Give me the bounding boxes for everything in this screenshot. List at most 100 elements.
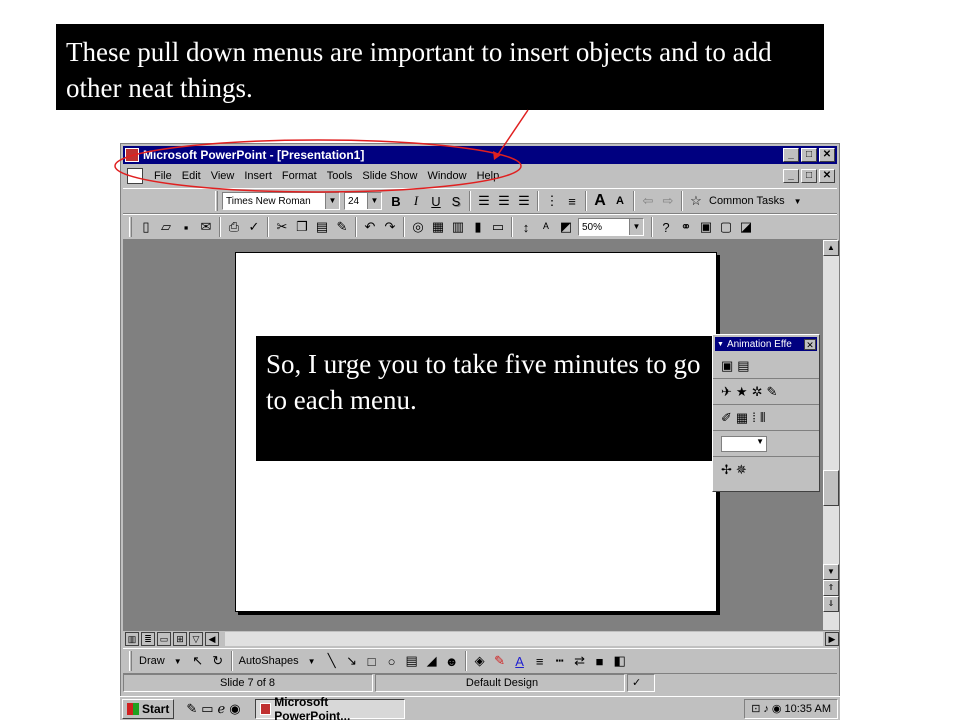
internet-explorer-icon[interactable]: ℯ [218,701,226,717]
tray-app-icon[interactable]: ◉ [772,702,782,715]
sorter-view-button[interactable]: ⊞ [173,631,187,646]
save-icon[interactable]: ▪ [176,217,196,237]
new-document-icon[interactable]: ▯ [136,217,156,237]
taskbar-powerpoint-button[interactable]: Microsoft PowerPoint... [254,695,405,720]
menu-tools[interactable]: Tools [322,170,358,182]
chevron-down-icon[interactable]: ▼ [325,193,339,209]
rectangle-icon[interactable]: □ [362,651,382,671]
animate-text-icon[interactable]: ▤ [737,358,749,374]
autoshapes-button[interactable]: AutoShapes [236,655,302,667]
open-folder-icon[interactable]: ▱ [156,217,176,237]
doc-minimize-button[interactable]: _ [783,169,799,183]
menu-insert[interactable]: Insert [239,170,277,182]
text-box-icon[interactable]: ▤ [402,651,422,671]
arrow-icon[interactable]: ↘ [342,651,362,671]
close-button[interactable]: ✕ [819,148,835,162]
wordart-icon[interactable]: ◢ [422,651,442,671]
increase-font-icon[interactable]: A [590,191,610,211]
drive-in-icon[interactable]: ✈ [721,384,732,400]
expand-slide-icon[interactable]: ↕ [516,217,536,237]
paste-icon[interactable]: ▤ [312,217,332,237]
toolbar-grip[interactable] [215,191,218,211]
desktop-icon[interactable]: ▭ [201,701,213,717]
channels-icon[interactable]: ◉ [229,701,240,717]
normal-view-icon[interactable]: ▢ [716,217,736,237]
custom-animation-icon[interactable]: ✢ [721,462,732,478]
arrow-style-icon[interactable]: ⇄ [570,651,590,671]
powerpoint-icon[interactable] [125,148,139,162]
scroll-thumb[interactable] [823,470,839,506]
next-slide-button[interactable]: ⇓ [823,596,839,612]
close-icon[interactable]: ✕ [804,338,816,350]
outline-view-button[interactable]: ≣ [141,631,155,646]
camera-icon[interactable]: ✲ [752,384,763,400]
common-tasks-button[interactable]: Common Tasks [706,195,788,207]
toolbar-grip[interactable] [129,651,132,671]
chevron-down-icon[interactable]: ▼ [168,651,188,671]
chevron-down-icon[interactable]: ▼ [788,191,808,211]
new-slide-icon[interactable]: ▭ [488,217,508,237]
minimize-button[interactable]: _ [783,148,799,162]
menu-slide-show[interactable]: Slide Show [357,170,422,182]
3d-icon[interactable]: ◧ [610,651,630,671]
spelling-icon[interactable]: ✓ [244,217,264,237]
maximize-button[interactable]: □ [801,148,817,162]
previous-slide-button[interactable]: ⇑ [823,580,839,596]
doc-close-button[interactable]: ✕ [819,169,835,183]
copy-icon[interactable]: ❐ [292,217,312,237]
menu-edit[interactable]: Edit [177,170,206,182]
clip-art-icon[interactable]: ☻ [442,651,462,671]
horizontal-scrollbar[interactable] [225,631,823,646]
tables-icon[interactable]: ▦ [428,217,448,237]
clock[interactable]: 10:35 AM [785,703,831,715]
line-style-icon[interactable]: ≡ [530,651,550,671]
shadow-button[interactable]: S [446,191,466,211]
drop-in-icon[interactable]: ⦀ [760,410,766,426]
print-icon[interactable]: ⎙ [224,217,244,237]
network-icon[interactable]: ⊡ [751,702,760,715]
animate-title-icon[interactable]: ▣ [721,358,733,374]
animation-panel-titlebar[interactable]: ▼ Animation Effe ✕ [715,337,817,351]
format-painter-icon[interactable]: ✎ [332,217,352,237]
bold-button[interactable]: B [386,191,406,211]
slide-view-button[interactable]: ▭ [157,631,171,646]
chevron-down-icon[interactable]: ▼ [717,341,724,348]
document-icon[interactable] [127,168,143,184]
flash-icon[interactable]: ✎ [766,384,777,400]
dash-style-icon[interactable]: ┅ [550,651,570,671]
shadow-icon[interactable]: ■ [590,651,610,671]
start-button[interactable]: Start [122,698,175,719]
align-center-icon[interactable]: ☰ [494,191,514,211]
menu-window[interactable]: Window [422,170,471,182]
font-size-select[interactable]: 24 ▼ [344,192,382,210]
volume-icon[interactable]: ♪ [763,703,769,715]
line-color-icon[interactable]: ✎ [490,651,510,671]
animation-preview-icon[interactable]: ✵ [736,462,747,478]
underline-button[interactable]: U [426,191,446,211]
line-icon[interactable]: ╲ [322,651,342,671]
doc-restore-button[interactable]: □ [801,169,817,183]
chevron-down-icon[interactable]: ▼ [302,651,322,671]
vertical-scrollbar[interactable]: ▲ ▼ ⇑ ⇓ [823,240,839,630]
align-left-icon[interactable]: ☰ [474,191,494,211]
menu-view[interactable]: View [206,170,240,182]
insert-table-icon[interactable]: ▥ [448,217,468,237]
show-formatting-icon[interactable]: ᴬ [536,217,556,237]
free-rotate-icon[interactable]: ↻ [208,651,228,671]
scroll-left-button[interactable]: ◀ [205,631,219,646]
decrease-font-icon[interactable]: A [610,191,630,211]
chevron-down-icon[interactable]: ▼ [629,219,643,235]
toolbar-grip[interactable] [129,217,132,237]
zoom-select[interactable]: 50% ▼ [578,218,644,236]
chevron-down-icon[interactable]: ▼ [367,193,381,209]
cut-icon[interactable]: ✂ [272,217,292,237]
window-titlebar[interactable]: Microsoft PowerPoint - [Presentation1] _… [123,146,837,164]
select-objects-icon[interactable]: ↖ [188,651,208,671]
open-icon[interactable]: ◪ [736,217,756,237]
help-icon[interactable]: ? [656,217,676,237]
scroll-down-button[interactable]: ▼ [823,564,839,580]
oval-icon[interactable]: ○ [382,651,402,671]
laser-text-icon[interactable]: ✐ [721,410,732,426]
animation-effects-icon[interactable]: ☆ [686,191,706,211]
insert-chart-icon[interactable]: ▮ [468,217,488,237]
